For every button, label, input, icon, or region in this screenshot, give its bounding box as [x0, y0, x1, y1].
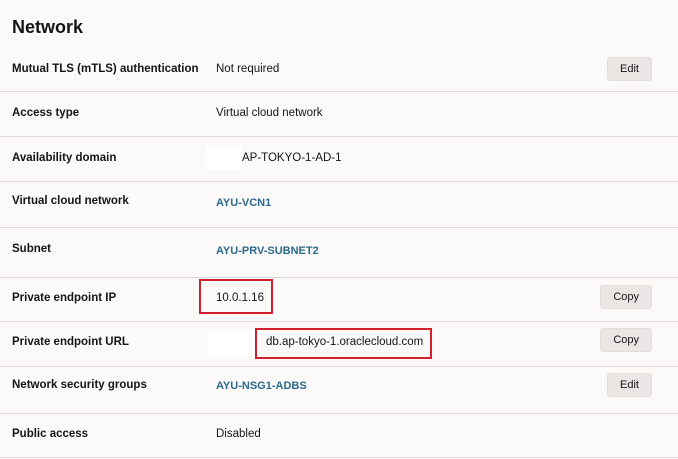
availability-domain-redaction	[206, 146, 242, 170]
row-availability-domain: Availability domain AP-TOKYO-1-AD-1	[0, 137, 678, 182]
private-endpoint-ip-label: Private endpoint IP	[12, 292, 117, 304]
private-ip-highlight-box	[199, 279, 273, 314]
access-type-label: Access type	[12, 107, 80, 119]
nsg-label: Network security groups	[12, 379, 147, 391]
private-url-redaction	[208, 330, 260, 356]
network-section-title: Network	[12, 17, 84, 37]
row-mtls: Mutual TLS (mTLS) authentication Not req…	[0, 47, 678, 92]
public-access-label: Public access	[12, 428, 89, 440]
edit-mtls-button[interactable]: Edit	[607, 57, 652, 81]
edit-nsg-button[interactable]: Edit	[607, 373, 652, 397]
copy-ip-button[interactable]: Copy	[600, 285, 652, 309]
mtls-value: Not required	[216, 63, 280, 75]
row-public-access: Public access Disabled	[0, 414, 678, 458]
vcn-link[interactable]: AYU-VCN1	[216, 197, 271, 209]
copy-url-button[interactable]: Copy	[600, 328, 652, 352]
availability-domain-value: AP-TOKYO-1-AD-1	[242, 152, 342, 164]
vcn-label: Virtual cloud network	[12, 195, 129, 207]
mtls-label: Mutual TLS (mTLS) authentication	[12, 63, 199, 75]
row-network-security-groups: Network security groups AYU-NSG1-ADBS Ed…	[0, 367, 678, 414]
subnet-link[interactable]: AYU-PRV-SUBNET2	[216, 245, 319, 257]
row-vcn: Virtual cloud network AYU-VCN1	[0, 182, 678, 228]
availability-domain-label: Availability domain	[12, 152, 117, 164]
row-subnet: Subnet AYU-PRV-SUBNET2	[0, 228, 678, 278]
private-url-highlight-box	[255, 328, 432, 359]
row-private-endpoint-ip: Private endpoint IP 10.0.1.16 Copy	[0, 278, 678, 322]
subnet-label: Subnet	[12, 243, 51, 255]
private-endpoint-url-label: Private endpoint URL	[12, 336, 129, 348]
nsg-link[interactable]: AYU-NSG1-ADBS	[216, 380, 307, 392]
row-private-endpoint-url: Private endpoint URL db.ap-tokyo-1.oracl…	[0, 322, 678, 367]
public-access-value: Disabled	[216, 428, 261, 440]
access-type-value: Virtual cloud network	[216, 107, 323, 119]
row-access-type: Access type Virtual cloud network	[0, 92, 678, 137]
